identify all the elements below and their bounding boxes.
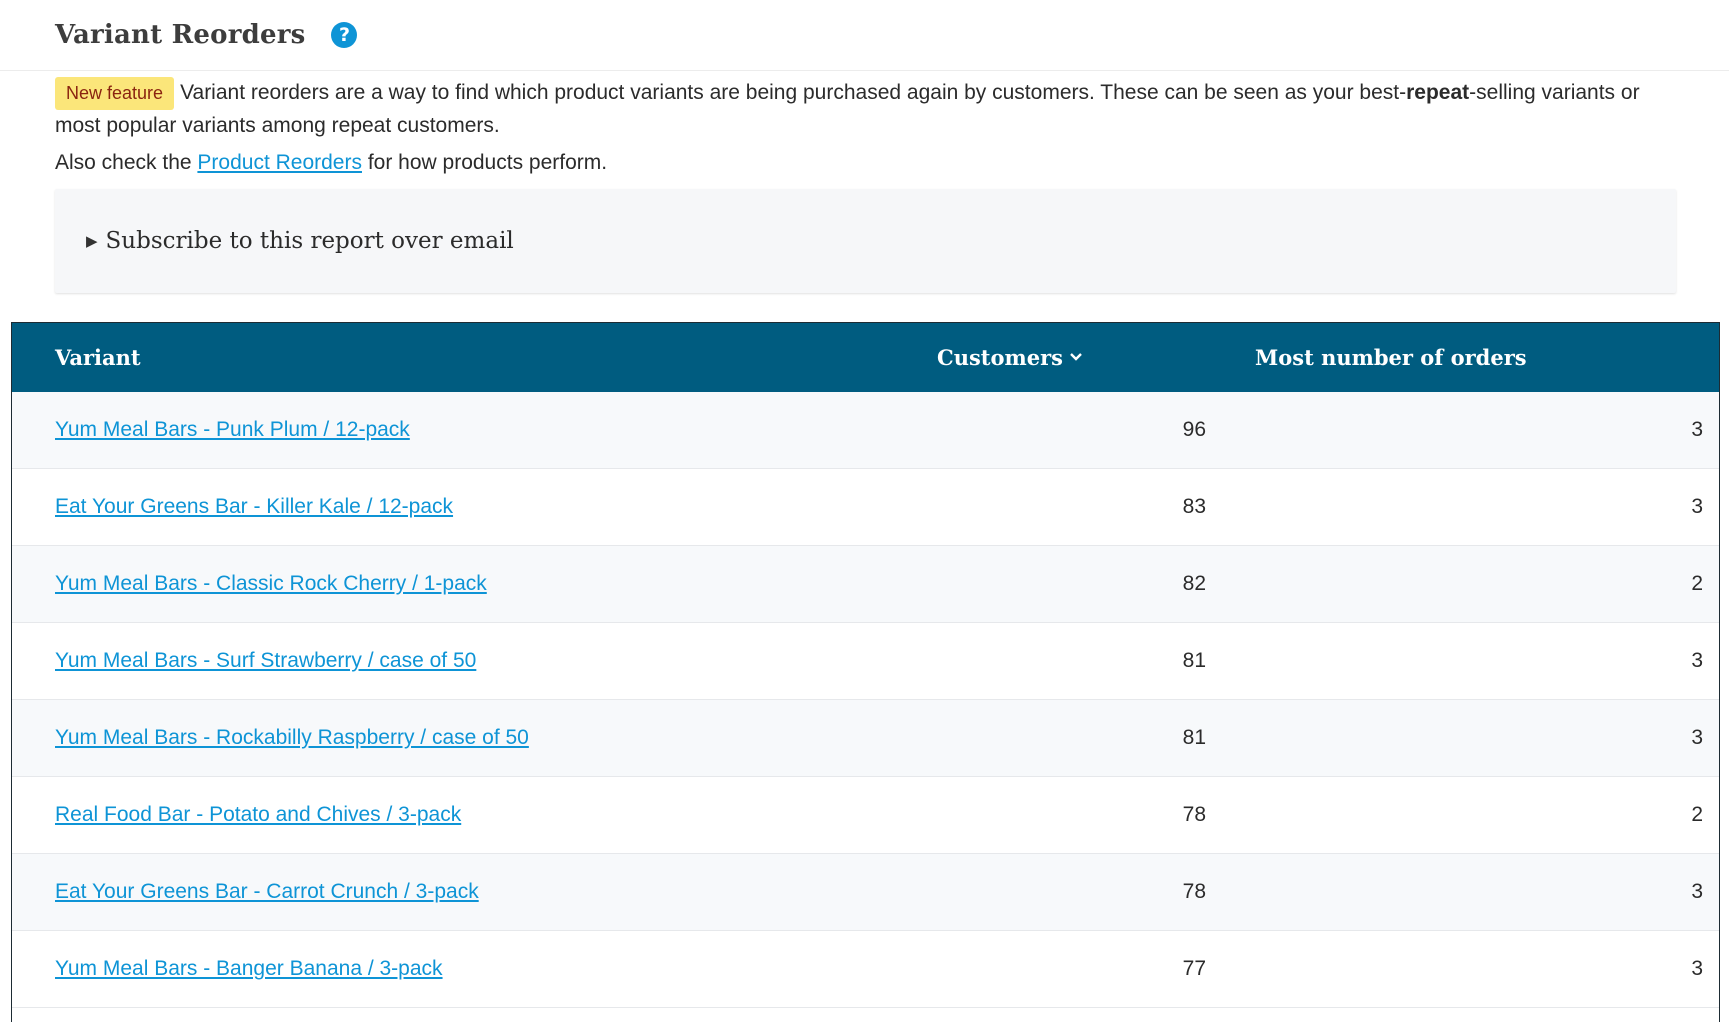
also-check-line: Also check the Product Reorders for how … bbox=[55, 147, 1674, 179]
table-row: Yum Meal Bars - Surf Strawberry / case o… bbox=[12, 623, 1719, 700]
orders-cell: 2 bbox=[1691, 572, 1703, 595]
customers-cell: 81 bbox=[1182, 726, 1206, 749]
variant-cell: Yum Meal Bars - Classic Rock Cherry / 1-… bbox=[55, 546, 487, 622]
orders-cell: 3 bbox=[1691, 418, 1703, 441]
also-check-suffix: for how products perform. bbox=[361, 151, 608, 174]
variant-cell: Yum Meal Bars - Surf Strawberry / case o… bbox=[55, 623, 476, 699]
variant-cell: Yum Meal Bars - Punk Plum / 12-pack bbox=[55, 392, 410, 468]
customers-cell: 77 bbox=[1182, 957, 1206, 980]
table-row: Yum Meal Bars - Punk Plum / 12-pack 96 3 bbox=[12, 392, 1719, 469]
chevron-down-icon bbox=[1069, 323, 1083, 392]
variant-cell: Yum Meal Bars - Rockabilly Raspberry / c… bbox=[55, 700, 529, 776]
table-row: Yum Meal Bars - Rockabilly Raspberry / c… bbox=[12, 700, 1719, 777]
orders-cell: 3 bbox=[1691, 957, 1703, 980]
table-header: Variant Customers Most number of orders bbox=[12, 323, 1719, 392]
question-circle-icon[interactable]: ? bbox=[331, 22, 358, 48]
product-reorders-link[interactable]: Product Reorders bbox=[197, 151, 362, 174]
table-row: Eat Your Greens Bar - Killer Kale / 12-p… bbox=[12, 469, 1719, 546]
table-row: Eat Your Greens Bar - Carrot Crunch / 3-… bbox=[12, 854, 1719, 931]
table-row: Real Food Bar - Potato and Chives / 3-pa… bbox=[12, 777, 1719, 854]
table-row: Yum Meal Bars - Banger Banana / 3-pack 77… bbox=[12, 931, 1719, 1008]
variant-link[interactable]: Real Food Bar - Potato and Chives / 3-pa… bbox=[55, 803, 461, 826]
variant-cell: Real Food Bar - Potato and Chives / 3-pa… bbox=[55, 777, 461, 853]
intro-paragraph: New feature Variant reorders are a way to… bbox=[55, 77, 1674, 142]
variant-link[interactable]: Yum Meal Bars - Banger Banana / 3-pack bbox=[55, 957, 443, 980]
intro-text: New feature Variant reorders are a way to… bbox=[0, 71, 1729, 179]
customers-cell: 78 bbox=[1182, 880, 1206, 903]
variant-link[interactable]: Yum Meal Bars - Surf Strawberry / case o… bbox=[55, 649, 476, 672]
variant-link[interactable]: Yum Meal Bars - Rockabilly Raspberry / c… bbox=[55, 726, 529, 749]
orders-cell: 3 bbox=[1691, 495, 1703, 518]
intro-description: Variant reorders are a way to find which… bbox=[180, 81, 1407, 104]
variant-link[interactable]: Yum Meal Bars - Punk Plum / 12-pack bbox=[55, 418, 410, 441]
column-header-variant: Variant bbox=[55, 345, 141, 370]
variant-table: Variant Customers Most number of orders … bbox=[11, 322, 1720, 1022]
customers-cell: 83 bbox=[1182, 495, 1206, 518]
table-body: Yum Meal Bars - Punk Plum / 12-pack 96 3 Ea… bbox=[12, 392, 1719, 1008]
subscribe-disclosure[interactable]: ▶ Subscribe to this report over email bbox=[55, 189, 1676, 293]
variant-link[interactable]: Eat Your Greens Bar - Carrot Crunch / 3-… bbox=[55, 880, 479, 903]
variant-link[interactable]: Yum Meal Bars - Classic Rock Cherry / 1-… bbox=[55, 572, 487, 595]
intro-bold-word: repeat bbox=[1406, 81, 1470, 104]
triangle-right-icon: ▶ bbox=[86, 233, 98, 250]
customers-cell: 82 bbox=[1182, 572, 1206, 595]
orders-cell: 2 bbox=[1691, 803, 1703, 826]
orders-cell: 3 bbox=[1691, 649, 1703, 672]
variant-link[interactable]: Eat Your Greens Bar - Killer Kale / 12-p… bbox=[55, 495, 453, 518]
variant-cell: Yum Meal Bars - Banger Banana / 3-pack bbox=[55, 931, 443, 1007]
also-check-prefix: Also check the bbox=[55, 151, 198, 174]
new-feature-badge: New feature bbox=[55, 77, 175, 110]
subscribe-label: Subscribe to this report over email bbox=[105, 228, 514, 254]
customers-cell: 96 bbox=[1182, 418, 1206, 441]
customers-cell: 78 bbox=[1182, 803, 1206, 826]
orders-cell: 3 bbox=[1691, 726, 1703, 749]
page-header: Variant Reorders ? bbox=[0, 0, 1729, 71]
orders-cell: 3 bbox=[1691, 880, 1703, 903]
column-header-orders: Most number of orders bbox=[1255, 345, 1527, 370]
table-row: Yum Meal Bars - Classic Rock Cherry / 1-… bbox=[12, 546, 1719, 623]
column-header-customers[interactable]: Customers bbox=[937, 323, 1083, 392]
variant-cell: Eat Your Greens Bar - Carrot Crunch / 3-… bbox=[55, 854, 479, 930]
variant-cell: Eat Your Greens Bar - Killer Kale / 12-p… bbox=[55, 469, 453, 545]
customers-cell: 81 bbox=[1182, 649, 1206, 672]
page-title: Variant Reorders bbox=[55, 20, 306, 50]
customers-header-label: Customers bbox=[937, 345, 1063, 370]
